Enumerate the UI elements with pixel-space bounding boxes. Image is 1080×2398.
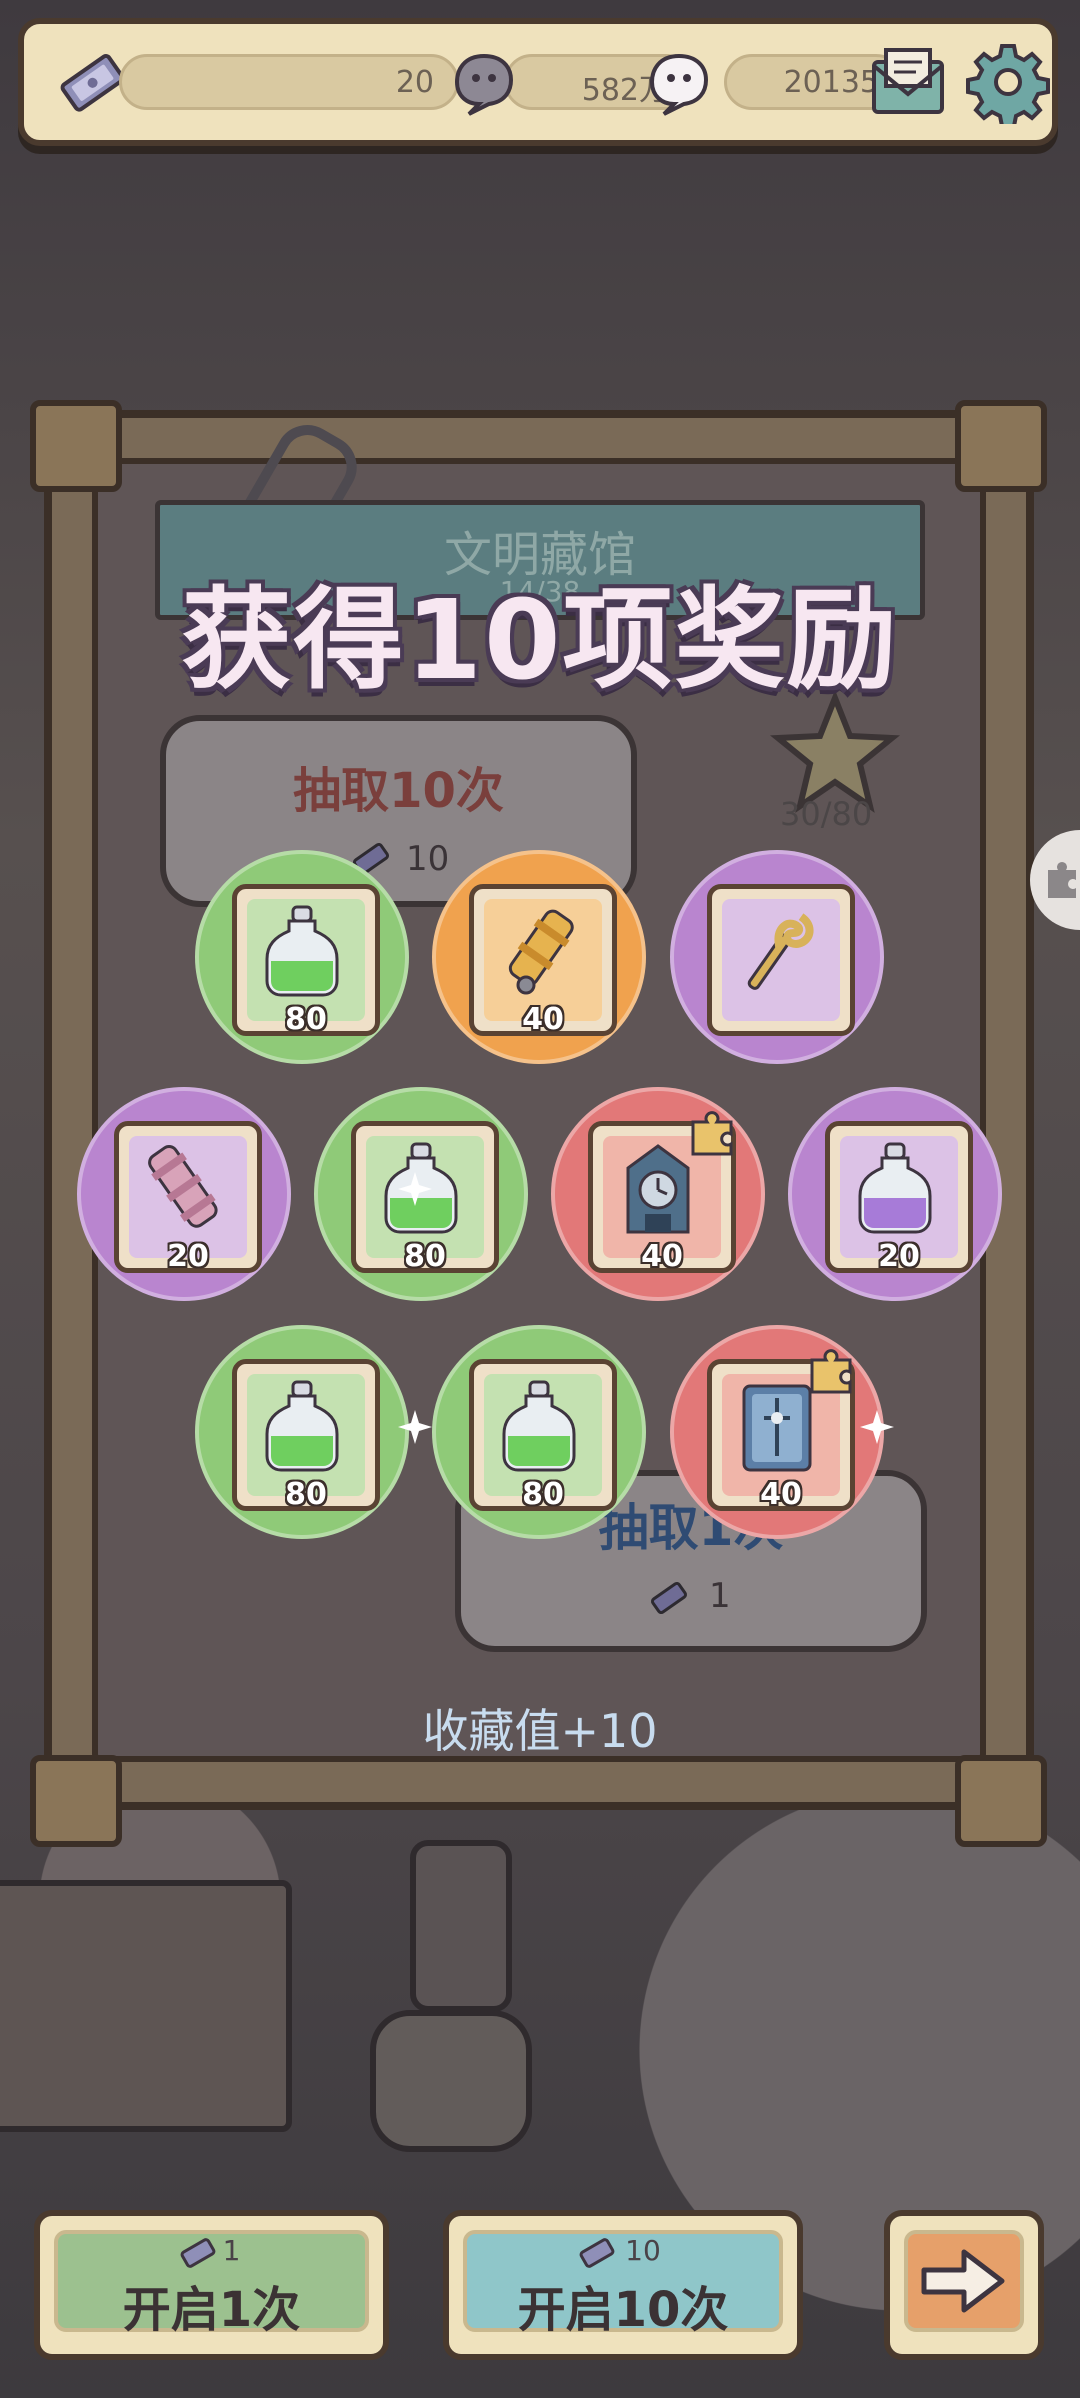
sparkle-icon [860, 1410, 894, 1444]
reward-item[interactable]: 80 [432, 1325, 646, 1539]
draw-ten-title: 抽取10次 [293, 763, 504, 819]
next-button[interactable] [884, 2210, 1044, 2360]
puzzle-badge-icon [804, 1346, 860, 1396]
reward-item[interactable]: 20 [77, 1087, 291, 1301]
frame-corner [30, 400, 122, 492]
reward-card: 40 [588, 1111, 736, 1274]
reward-quantity: 80 [522, 1477, 564, 1512]
golden-cannon-icon [496, 903, 582, 999]
reward-item[interactable]: 20 [788, 1087, 1002, 1301]
reward-quantity: 40 [760, 1477, 802, 1512]
ticket-icon [650, 1581, 688, 1615]
open-ten-label: 开启10次 [517, 2282, 729, 2338]
reward-quantity: 80 [285, 1002, 327, 1037]
sparkle-icon [398, 1410, 432, 1444]
open-once-button[interactable]: 1 开启1次 [34, 2210, 389, 2360]
puzzle-icon [1048, 862, 1076, 898]
draw-one-cost: 1 [709, 1576, 731, 1616]
reward-title: 获得10项奖励 [181, 576, 899, 704]
reward-card: 20 [825, 1121, 973, 1274]
reward-quantity: 20 [167, 1239, 209, 1274]
reward-item[interactable]: 80 [195, 1325, 409, 1539]
mail-icon[interactable] [866, 40, 950, 124]
reward-quantity: 40 [522, 1002, 564, 1037]
ticket-counter: 20 [119, 54, 459, 110]
green-potion-icon [259, 1378, 345, 1474]
collection-value-text: 收藏值+10 [422, 1704, 658, 1758]
reward-card: 20 [114, 1121, 262, 1274]
reward-item[interactable]: 40 [551, 1087, 765, 1301]
frame-corner [955, 400, 1047, 492]
soul-count: 20135 [783, 65, 879, 100]
reward-item[interactable]: 80 [195, 850, 409, 1064]
bg-crate [0, 1880, 292, 2132]
open-ten-button[interactable]: 10 开启10次 [443, 2210, 803, 2360]
sparkle-icon [398, 1172, 432, 1206]
reward-quantity: 20 [878, 1239, 920, 1274]
reward-quantity: 40 [641, 1239, 683, 1274]
puzzle-badge-icon [685, 1108, 741, 1158]
reward-item[interactable] [670, 850, 884, 1064]
grey-ghost-icon [454, 53, 514, 116]
ticket-icon [60, 54, 125, 112]
white-ghost-icon [649, 53, 709, 116]
reward-card: 80 [232, 1359, 380, 1512]
arrow-right-icon [921, 2249, 1005, 2313]
resource-bar: 20 582万 20135 [18, 18, 1058, 146]
open-ten-cost: 10 [625, 2234, 661, 2267]
reward-quantity: 80 [285, 1477, 327, 1512]
ticket-count: 20 [395, 65, 434, 100]
gear-icon[interactable] [966, 40, 1050, 124]
open-once-cost: 1 [222, 2234, 241, 2267]
bg-pipe [410, 1840, 512, 2012]
frame-corner [30, 1755, 122, 1847]
golden-scepter-icon [734, 903, 820, 999]
reward-card: 80 [232, 884, 380, 1037]
reward-card: 40 [707, 1349, 855, 1512]
bg-bucket [370, 2010, 532, 2152]
reward-item[interactable]: 40 [670, 1325, 884, 1539]
draw-ten-cost: 10 [406, 839, 450, 879]
pink-cannon-icon [141, 1140, 227, 1236]
green-potion-icon [259, 903, 345, 999]
green-potion-icon [496, 1378, 582, 1474]
star-progress: 30/80 [780, 795, 873, 833]
reward-quantity: 80 [404, 1239, 446, 1274]
reward-item[interactable]: 40 [432, 850, 646, 1064]
reward-card: 40 [469, 884, 617, 1037]
frame-corner [955, 1755, 1047, 1847]
reward-card [707, 884, 855, 1036]
open-once-label: 开启1次 [122, 2282, 301, 2338]
purple-potion-icon [852, 1140, 938, 1236]
reward-card: 80 [469, 1359, 617, 1512]
